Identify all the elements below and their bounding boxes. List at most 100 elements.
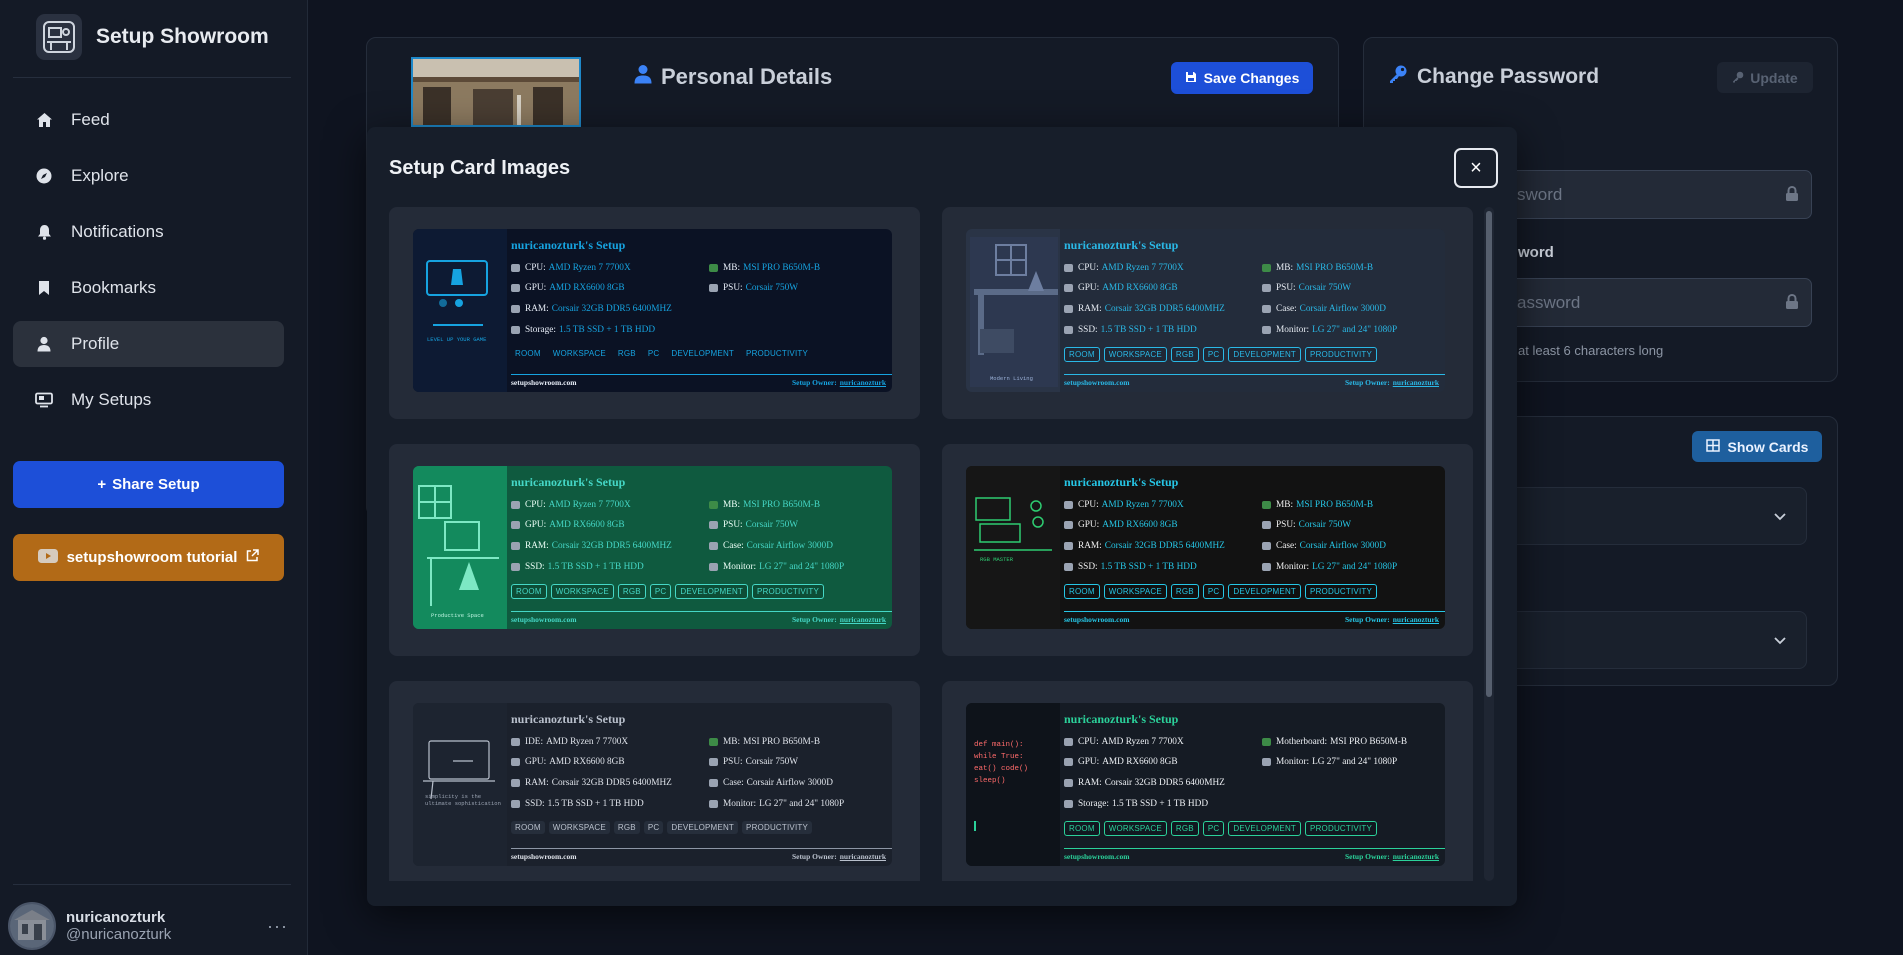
spec-item: MB: MSI PRO B650M-B — [709, 500, 820, 510]
component-icon — [1262, 542, 1271, 550]
spec-value: LG 27" and 24" 1080P — [759, 799, 845, 809]
spec-item: MB: MSI PRO B650M-B — [1262, 500, 1373, 510]
setup-card-image[interactable]: RGB MASTER nuricanozturk's Setup CPU: AMD R… — [966, 466, 1445, 629]
new-password-field[interactable]: sword — [1500, 170, 1812, 219]
card-footer: setupshowroom.com Setup Owner: nuricanoztu… — [511, 615, 886, 624]
password-hint: at least 6 characters long — [1518, 343, 1664, 358]
setup-owner-link[interactable]: nuricanozturk — [840, 378, 886, 387]
tag-badge: PC — [1202, 584, 1225, 599]
spec-item: CPU: AMD Ryzen 7 7700X — [1064, 737, 1184, 747]
save-changes-button[interactable]: Save Changes — [1171, 62, 1313, 94]
card-cell[interactable]: simplicity is the ultimate sophisticatio… — [389, 681, 920, 881]
component-icon — [511, 284, 520, 292]
spec-item: Storage: 1.5 TB SSD + 1 TB HDD — [511, 325, 655, 335]
setup-card-image[interactable]: simplicity is the ultimate sophisticatio… — [413, 703, 892, 866]
spec-value: MSI PRO B650M-B — [1296, 263, 1374, 273]
component-icon — [1262, 305, 1271, 313]
spec-key: Monitor: — [723, 799, 757, 809]
accordion-item[interactable] — [1500, 611, 1807, 669]
sidebar-item-explore[interactable]: Explore — [13, 153, 284, 199]
spec-key: GPU: — [525, 520, 547, 530]
user-menu[interactable]: nuricanozturk @nuricanozturk ··· — [8, 901, 298, 951]
card-cell[interactable]: Productive Space nuricanozturk's Setup CPU… — [389, 444, 920, 656]
spec-key: CPU: — [525, 500, 546, 510]
tag-badge: RGB — [617, 349, 636, 358]
sidebar: Setup Showroom Feed Explore Notification… — [0, 0, 308, 955]
component-icon — [709, 284, 718, 292]
home-icon — [35, 111, 53, 129]
spec-value: AMD RX6600 8GB — [1102, 520, 1178, 530]
spec-item: Case: Corsair Airflow 3000D — [1262, 304, 1386, 314]
spec-value: Corsair 750W — [1298, 283, 1352, 293]
component-icon — [511, 521, 520, 529]
spec-key: RAM: — [1078, 541, 1102, 551]
confirm-password-field[interactable]: assword — [1500, 278, 1812, 327]
component-icon — [709, 521, 718, 529]
setup-owner-link[interactable]: nuricanozturk — [1393, 615, 1439, 624]
spec-value: AMD Ryzen 7 7700X — [548, 263, 631, 273]
spec-key: Motherboard: — [1276, 737, 1328, 747]
setup-owner-link[interactable]: nuricanozturk — [840, 852, 886, 861]
card-title: nuricanozturk's Setup — [511, 238, 626, 252]
card-cell[interactable]: Modern Living nuricanozturk's Setup CPU: AM… — [942, 207, 1473, 419]
brand[interactable]: Setup Showroom — [36, 14, 269, 60]
spec-key: MB: — [1276, 500, 1294, 510]
setup-owner: Setup Owner: nuricanozturk — [792, 615, 886, 624]
component-icon — [709, 779, 718, 787]
card-cell[interactable]: def main(): while True: eat() code() sle… — [942, 681, 1473, 881]
spec-value: MSI PRO B650M-B — [1330, 737, 1408, 747]
spec-item: Case: Corsair Airflow 3000D — [1262, 541, 1386, 551]
accordion-item[interactable] — [1500, 487, 1807, 545]
setup-card-image[interactable]: Modern Living nuricanozturk's Setup CPU: AM… — [966, 229, 1445, 392]
sidebar-item-profile[interactable]: Profile — [13, 321, 284, 367]
sidebar-item-label: Feed — [71, 110, 110, 129]
tutorial-button[interactable]: setupshowroom tutorial — [13, 534, 284, 581]
tag-badge: ROOM — [511, 584, 547, 599]
sidebar-item-label: My Setups — [71, 390, 152, 409]
scrollbar-thumb[interactable] — [1486, 211, 1492, 697]
spec-item: RAM: Corsair 32GB DDR5 6400MHZ — [511, 778, 672, 788]
card-cell[interactable]: LEVEL UP YOUR GAME nuricanozturk's Setup C… — [389, 207, 920, 419]
sidebar-item-feed[interactable]: Feed — [13, 97, 284, 143]
spec-key: IDE: — [525, 737, 544, 747]
tag-badge: PRODUCTIVITY — [752, 584, 824, 599]
close-button[interactable]: × — [1454, 148, 1498, 188]
profile-photo[interactable] — [411, 57, 581, 127]
show-cards-button[interactable]: Show Cards — [1692, 431, 1822, 462]
setup-card-image[interactable]: Productive Space nuricanozturk's Setup CPU… — [413, 466, 892, 629]
spec-value: Corsair 32GB DDR5 6400MHZ — [1104, 304, 1225, 314]
setup-owner: Setup Owner: nuricanozturk — [792, 378, 886, 387]
logo-icon — [36, 14, 82, 60]
tag-badge: PRODUCTIVITY — [742, 821, 812, 834]
spec-item: PSU: Corsair 750W — [1262, 520, 1351, 530]
setup-owner-link[interactable]: nuricanozturk — [1393, 852, 1439, 861]
setup-owner-link[interactable]: nuricanozturk — [1393, 378, 1439, 387]
setup-card-image[interactable]: LEVEL UP YOUR GAME nuricanozturk's Setup C… — [413, 229, 892, 392]
tag-badge: RGB — [613, 821, 640, 834]
component-icon — [511, 563, 520, 571]
setup-owner-label: Setup Owner: — [1344, 852, 1390, 861]
share-setup-button[interactable]: + Share Setup — [13, 461, 284, 508]
spec-key: MB: — [723, 737, 741, 747]
tag-badge: PRODUCTIVITY — [1305, 347, 1377, 362]
personal-details-title: Personal Details — [634, 64, 832, 90]
sidebar-item-my-setups[interactable]: My Setups — [13, 377, 284, 423]
divider — [13, 884, 291, 885]
sidebar-item-notifications[interactable]: Notifications — [13, 209, 284, 255]
setup-card-images-modal: Setup Card Images × LEVEL UP YOUR GAME nu… — [367, 127, 1517, 906]
update-password-button[interactable]: Update — [1717, 62, 1813, 93]
spec-value: Corsair 750W — [745, 283, 799, 293]
site-url: setupshowroom.com — [511, 615, 577, 624]
card-cell[interactable]: RGB MASTER nuricanozturk's Setup CPU: AMD R… — [942, 444, 1473, 656]
setup-card-image[interactable]: def main(): while True: eat() code() sle… — [966, 703, 1445, 866]
spec-value: Corsair Airflow 3000D — [746, 541, 833, 551]
setup-owner-link[interactable]: nuricanozturk — [840, 615, 886, 624]
spec-key: SSD: — [525, 562, 545, 572]
more-icon[interactable]: ··· — [267, 916, 288, 937]
sidebar-item-bookmarks[interactable]: Bookmarks — [13, 265, 284, 311]
spec-item: Case: Corsair Airflow 3000D — [709, 541, 833, 551]
component-icon — [709, 264, 718, 272]
component-icon — [511, 305, 520, 313]
tag-badge: DEVELOPMENT — [667, 821, 739, 834]
site-url: setupshowroom.com — [511, 378, 577, 387]
